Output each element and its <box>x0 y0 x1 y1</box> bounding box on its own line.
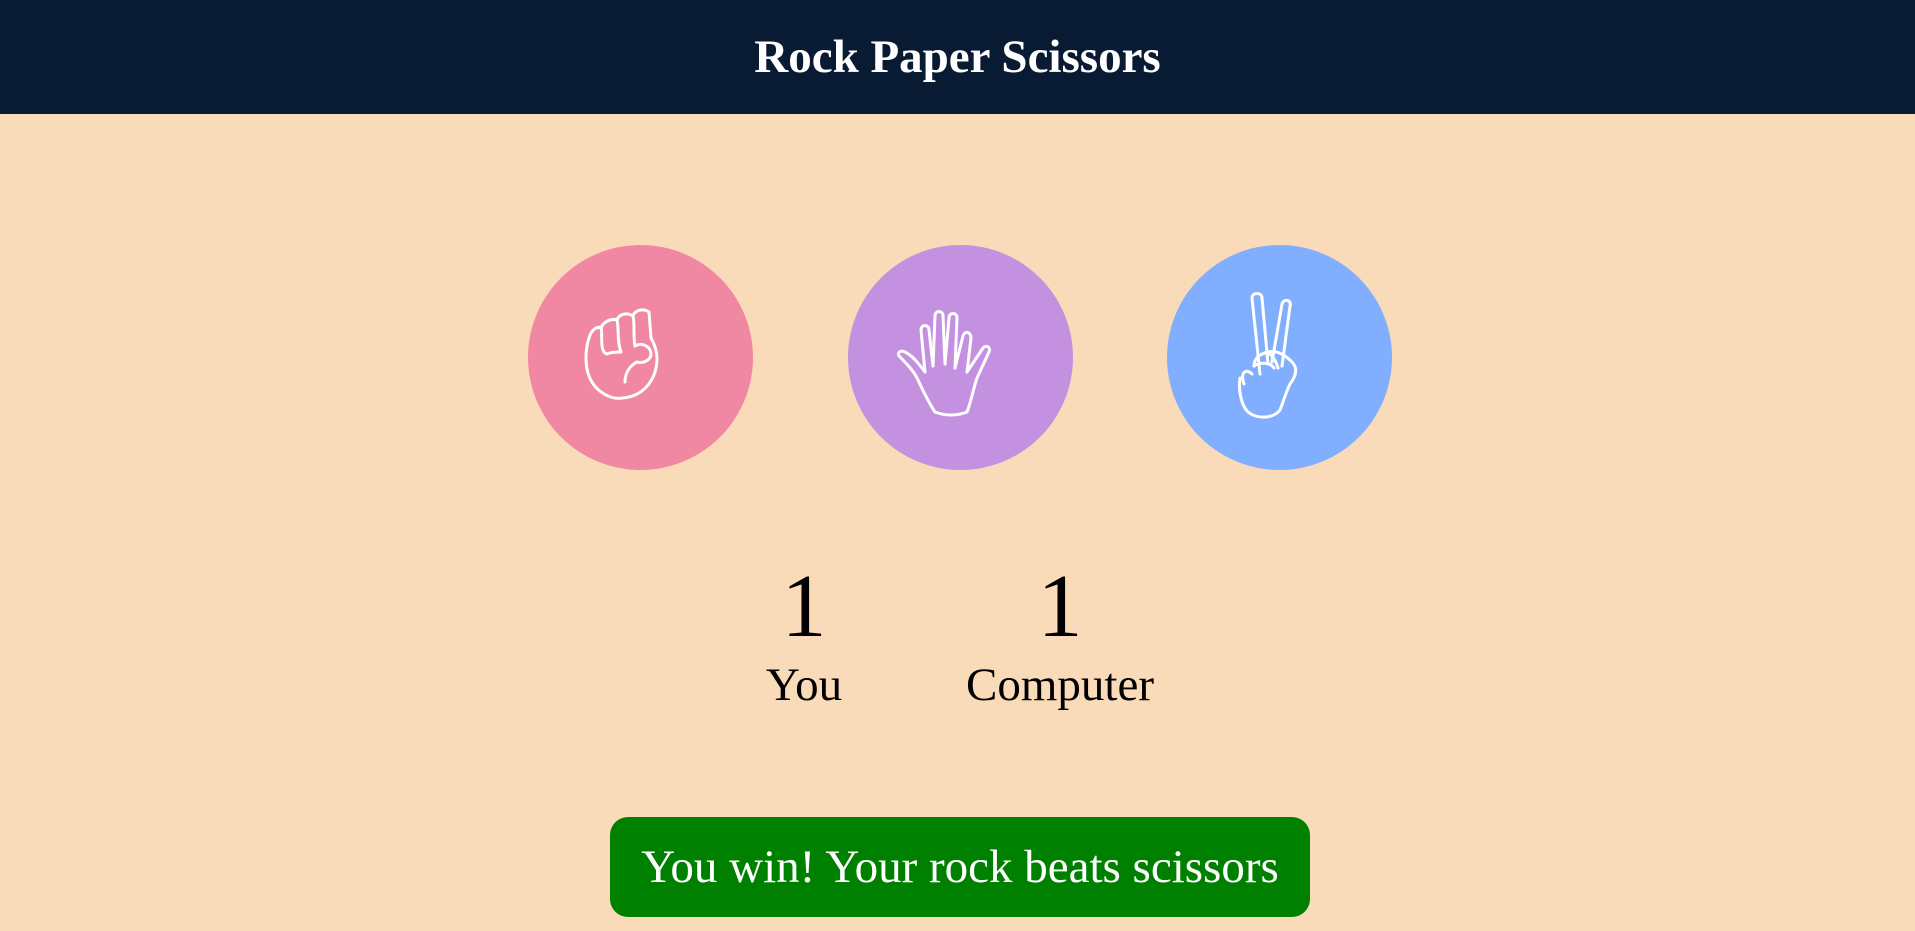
user-score-value: 1 <box>781 557 827 656</box>
user-score-panel: 1 You <box>704 562 904 709</box>
user-score-label: You <box>765 659 843 711</box>
rock-button[interactable] <box>528 245 753 470</box>
computer-score-panel: 1 Computer <box>920 562 1200 709</box>
page-title: Rock Paper Scissors <box>754 30 1161 83</box>
scissors-button[interactable] <box>1167 245 1392 470</box>
paper-button[interactable] <box>848 245 1073 470</box>
computer-score-value: 1 <box>1037 557 1083 656</box>
result-message-banner: You win! Your rock beats scissors <box>610 817 1310 917</box>
header-bar: Rock Paper Scissors <box>0 0 1915 114</box>
paper-hand-icon <box>896 309 991 416</box>
scissors-peace-icon <box>1237 291 1297 418</box>
computer-score-label: Computer <box>966 659 1154 711</box>
rock-fist-icon <box>584 307 658 400</box>
